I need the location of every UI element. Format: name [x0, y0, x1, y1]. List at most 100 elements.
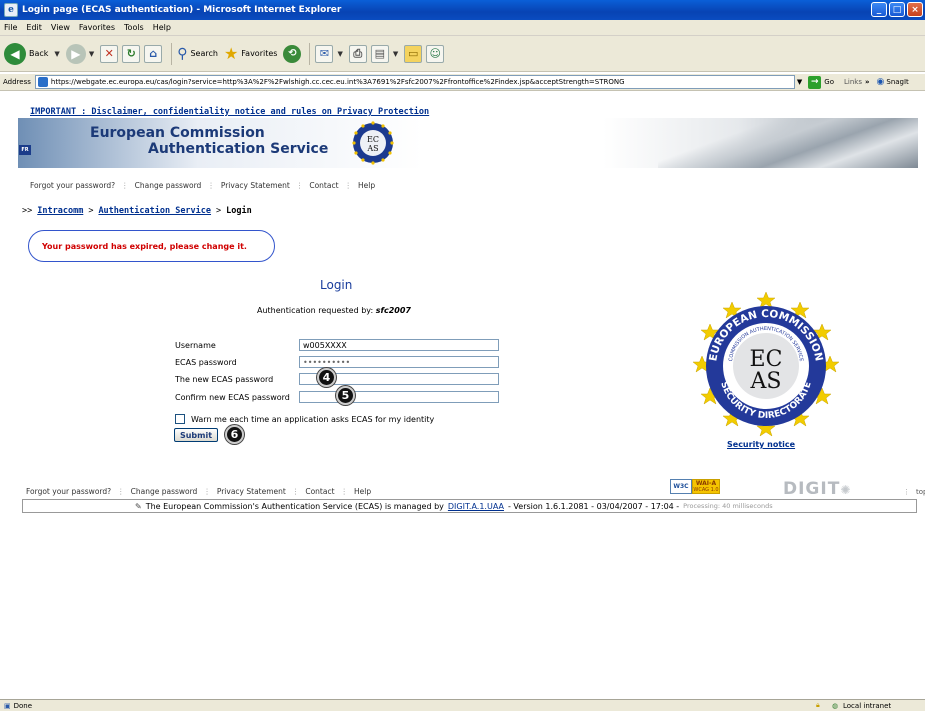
small-seal-ec: EC	[367, 135, 379, 144]
top-text: top	[916, 488, 925, 496]
home-icon[interactable]: ⌂	[144, 44, 163, 63]
nav-help[interactable]: Help	[358, 181, 375, 190]
error-message: Your password has expired, please change…	[42, 241, 247, 251]
go-button[interactable]: → Go	[808, 75, 834, 89]
username-value: w005XXXX	[303, 340, 347, 350]
address-url: https://webgate.ec.europa.eu/cas/login?s…	[50, 78, 625, 86]
ecas-small-seal-icon: EC AS	[352, 121, 394, 165]
breadcrumb-current: Login	[226, 206, 252, 216]
ecas-banner: FR European Commission Authentication Se…	[18, 118, 918, 168]
callout-6: 6	[225, 425, 244, 444]
favorites-button[interactable]: ★ Favorites	[224, 44, 277, 63]
submit-button[interactable]: Submit	[174, 428, 218, 442]
breadcrumb-intracomm[interactable]: Intracomm	[37, 206, 83, 216]
edit-dropdown-icon[interactable]: ▼	[393, 50, 398, 58]
menu-help[interactable]: Help	[153, 23, 171, 32]
footer-navigation: Forgot your password? ⋮ Change password ⋮ …	[26, 487, 372, 496]
go-arrow-icon: →	[808, 75, 822, 89]
back-button[interactable]: ◀ Back	[4, 42, 49, 65]
password-label: ECAS password	[175, 357, 237, 367]
warn-checkbox[interactable]	[175, 414, 185, 424]
footnav-forgot-password[interactable]: Forgot your password?	[26, 487, 111, 496]
stop-icon[interactable]: ✕	[100, 44, 119, 63]
small-seal-as: AS	[366, 144, 378, 153]
refresh-icon[interactable]: ↻	[122, 44, 141, 63]
footer-text-2: - Version 1.6.1.2081 - 03/04/2007 - 17:0…	[507, 501, 680, 511]
favorites-label: Favorites	[241, 49, 278, 58]
footer-text-1: The European Commission's Authentication…	[145, 501, 444, 511]
page-content: IMPORTANT : Disclaimer, confidentiality …	[0, 92, 925, 699]
snagit-button[interactable]: SnagIt	[886, 78, 908, 86]
nav-privacy-statement[interactable]: Privacy Statement	[221, 181, 290, 190]
intranet-icon: ◍	[832, 701, 839, 710]
language-fr-link[interactable]: FR	[19, 145, 31, 155]
new-password-label: The new ECAS password	[175, 374, 274, 384]
forward-dropdown-icon[interactable]: ▼	[89, 50, 94, 58]
wcag-text: WCAG 1.0	[693, 486, 719, 493]
security-notice-text: Security notice	[727, 440, 796, 449]
breadcrumb-authentication-service[interactable]: Authentication Service	[98, 206, 211, 216]
links-chevron-icon[interactable]: »	[865, 78, 870, 86]
close-button[interactable]: ×	[907, 2, 923, 17]
banner-title-line2: Authentication Service	[148, 141, 329, 157]
security-notice-link[interactable]: Security notice	[727, 440, 795, 449]
password-input[interactable]: ••••••••••	[299, 356, 499, 368]
status-bar: ▣ Done 🔒︎ ◍ Local intranet	[0, 699, 925, 711]
footer-processing: Processing: 40 milliseconds	[683, 502, 773, 510]
forward-arrow-icon[interactable]: ▶	[65, 43, 86, 64]
breadcrumb-separator: >	[88, 206, 94, 216]
search-icon: ⚲	[177, 45, 188, 62]
address-dropdown-icon[interactable]: ▼	[797, 78, 802, 86]
footnav-change-password[interactable]: Change password	[131, 487, 198, 496]
nav-forgot-password[interactable]: Forgot your password?	[30, 181, 115, 190]
breadcrumb-prefix: >>	[22, 206, 33, 216]
address-bar: Address https://webgate.ec.europa.eu/cas…	[0, 74, 925, 91]
username-input[interactable]: w005XXXX	[299, 339, 499, 351]
edit-icon[interactable]: ▤	[370, 44, 389, 63]
maximize-button[interactable]: □	[889, 2, 905, 17]
star-icon: ★	[223, 44, 239, 63]
warn-option[interactable]: Warn me each time an application asks EC…	[175, 414, 434, 424]
browser-toolbar: ◀ Back ▼ ▶ ▼ ✕ ↻ ⌂ ⚲ Search ★ Favorites …	[0, 36, 925, 72]
seal-center-as: AS	[750, 369, 782, 394]
pen-icon: ✎	[135, 501, 142, 511]
links-button[interactable]: Links	[844, 78, 862, 86]
error-message-box: Your password has expired, please change…	[28, 230, 275, 262]
nav-change-password[interactable]: Change password	[135, 181, 202, 190]
footnav-help[interactable]: Help	[354, 487, 371, 496]
auth-requested-value: sfc2007	[375, 306, 411, 315]
status-zone: Local intranet	[843, 701, 892, 710]
nav-contact[interactable]: Contact	[309, 181, 338, 190]
top-link[interactable]: ⋮top	[897, 488, 925, 496]
minimize-button[interactable]: _	[871, 2, 887, 17]
confirm-password-input[interactable]	[299, 391, 499, 403]
wai-a-badge: WAI-A WCAG 1.0	[692, 479, 720, 494]
footnav-privacy-statement[interactable]: Privacy Statement	[217, 487, 286, 496]
auth-requested-label: Authentication requested by:	[257, 306, 374, 315]
footer-digit-link[interactable]: DIGIT.A.1.UAA	[448, 502, 504, 511]
w3c-logo-icon: W3C	[670, 479, 692, 494]
search-button[interactable]: ⚲ Search	[177, 46, 218, 62]
menu-file[interactable]: File	[4, 23, 17, 32]
menu-tools[interactable]: Tools	[124, 23, 144, 32]
login-title: Login	[320, 278, 353, 292]
back-label: Back	[29, 49, 49, 58]
menu-edit[interactable]: Edit	[26, 23, 42, 32]
menu-favorites[interactable]: Favorites	[79, 23, 115, 32]
address-input[interactable]: https://webgate.ec.europa.eu/cas/login?s…	[34, 75, 795, 89]
wai-badge[interactable]: W3C WAI-A WCAG 1.0	[670, 479, 720, 494]
mail-dropdown-icon[interactable]: ▼	[337, 50, 342, 58]
print-icon[interactable]: ⎙	[348, 44, 367, 63]
footnav-contact[interactable]: Contact	[305, 487, 334, 496]
messenger-icon[interactable]: ☺	[426, 44, 445, 63]
back-dropdown-icon[interactable]: ▼	[54, 50, 59, 58]
history-icon[interactable]: ⟲	[283, 44, 302, 63]
mail-icon[interactable]: ✉	[315, 44, 334, 63]
important-notice-link[interactable]: IMPORTANT : Disclaimer, confidentiality …	[30, 107, 429, 117]
folder-icon[interactable]: ▭	[404, 44, 423, 63]
breadcrumb: >> Intracomm > Authentication Service > …	[22, 206, 252, 216]
password-value: ••••••••••	[303, 357, 351, 367]
page-icon	[37, 77, 48, 87]
digit-star-icon: ✺	[840, 483, 852, 497]
menu-view[interactable]: View	[51, 23, 70, 32]
